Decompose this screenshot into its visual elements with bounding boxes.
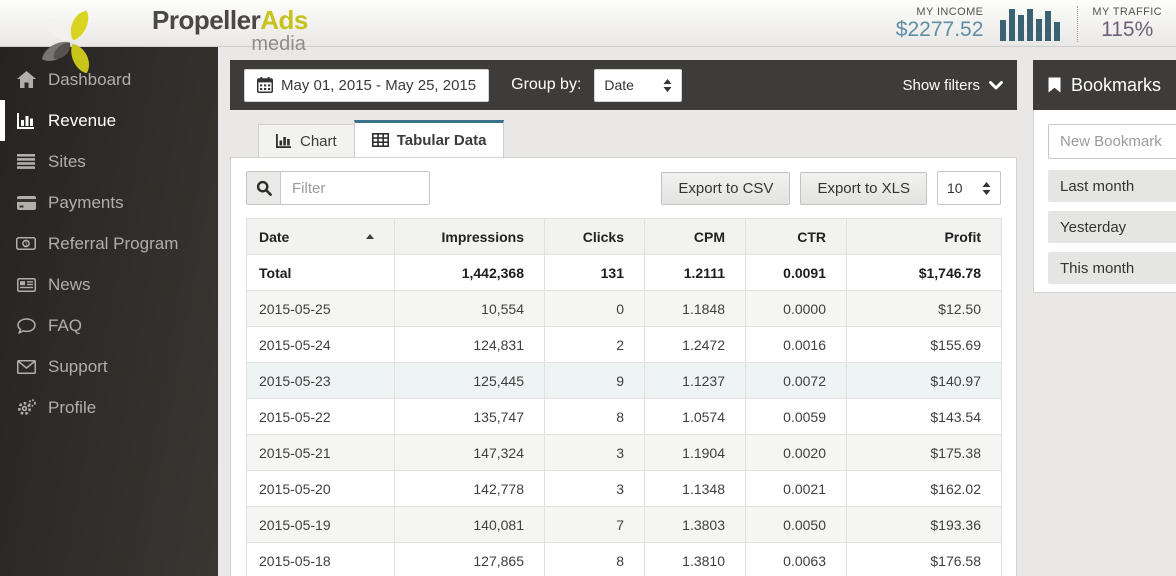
column-header-impressions[interactable]: Impressions [395, 219, 545, 255]
stat-divider [1077, 6, 1078, 42]
sidebar-item-sites[interactable]: Sites [0, 141, 218, 182]
table-row: 2015-05-19 140,081 7 1.3803 0.0050 $193.… [247, 507, 1002, 543]
bookmarks-title: Bookmarks [1071, 75, 1161, 96]
sidebar-item-news[interactable]: News [0, 264, 218, 305]
bookmarks-header: Bookmarks [1033, 60, 1176, 110]
sidebar-item-payments[interactable]: Payments [0, 182, 218, 223]
gears-icon [15, 398, 37, 417]
sidebar-item-label: Support [48, 357, 108, 377]
bar-chart-icon [15, 111, 37, 130]
sidebar-item-label: Revenue [48, 111, 116, 131]
group-by-label: Group by: [511, 76, 581, 94]
group-by-selected-value: Date [604, 77, 634, 93]
new-bookmark-input[interactable] [1048, 124, 1176, 159]
filter-input[interactable] [281, 172, 429, 204]
list-icon [15, 152, 37, 171]
income-stat: MY INCOME $2277.52 [896, 6, 984, 41]
table-row: 2015-05-24 124,831 2 1.2472 0.0016 $155.… [247, 327, 1002, 363]
page-size-value: 10 [947, 180, 963, 196]
filter-group [246, 171, 430, 205]
income-bars-icon [999, 7, 1063, 41]
traffic-stat: MY TRAFFIC 115% [1092, 6, 1170, 41]
table-header-row: Date Impressions Clicks CPM CTR Profit [247, 219, 1002, 255]
table-row: 2015-05-25 10,554 0 1.1848 0.0000 $12.50 [247, 291, 1002, 327]
calendar-icon [257, 77, 273, 93]
sidebar-item-label: Sites [48, 152, 86, 172]
search-button[interactable] [247, 172, 281, 204]
propeller-logo-icon [26, 2, 118, 84]
sidebar-item-faq[interactable]: FAQ [0, 305, 218, 346]
show-filters-toggle[interactable]: Show filters [902, 77, 1003, 94]
income-value: $2277.52 [896, 18, 984, 41]
tabular-data-panel: Export to CSV Export to XLS 10 Date Impr… [230, 157, 1017, 576]
group-by-select[interactable]: Date [594, 69, 682, 102]
date-range-picker[interactable]: May 01, 2015 - May 25, 2015 [244, 69, 489, 102]
newspaper-icon [15, 275, 37, 294]
traffic-value: 115% [1092, 18, 1162, 41]
tab-chart-label: Chart [300, 133, 337, 150]
date-range-value: May 01, 2015 - May 25, 2015 [281, 77, 476, 94]
sidebar-item-referral-program[interactable]: 1 Referral Program [0, 223, 218, 264]
bookmark-item-this-month[interactable]: This month [1048, 252, 1176, 284]
select-spinner-icon [663, 79, 672, 92]
page-size-select[interactable]: 10 [937, 171, 1001, 205]
envelope-icon [15, 357, 37, 376]
logo-ads-part: Ads [260, 5, 308, 35]
column-header-label: Date [259, 229, 289, 245]
show-filters-label: Show filters [902, 77, 980, 94]
sidebar: Dashboard Revenue Sites Payments 1 Refer… [0, 47, 218, 576]
bookmarks-panel: Bookmarks Last month Yesterday This mont… [1033, 60, 1176, 293]
logo-media-part: media [152, 34, 308, 54]
sidebar-item-label: News [48, 275, 91, 295]
revenue-table: Date Impressions Clicks CPM CTR Profit T… [246, 218, 1002, 576]
chart-tab-icon [276, 134, 292, 148]
export-csv-button[interactable]: Export to CSV [661, 172, 790, 205]
sidebar-item-label: Referral Program [48, 234, 178, 254]
traffic-label: MY TRAFFIC [1092, 6, 1162, 18]
bookmark-item-last-month[interactable]: Last month [1048, 170, 1176, 202]
credit-card-icon [15, 193, 37, 212]
income-label: MY INCOME [896, 6, 984, 18]
table-total-row: Total 1,442,368 131 1.2111 0.0091 $1,746… [247, 255, 1002, 291]
search-icon [256, 180, 272, 196]
filter-row: Export to CSV Export to XLS 10 [231, 158, 1016, 215]
sidebar-item-label: FAQ [48, 316, 82, 336]
logo-wordmark: PropellerAds [152, 7, 308, 33]
sidebar-item-profile[interactable]: Profile [0, 387, 218, 428]
bookmark-item-yesterday[interactable]: Yesterday [1048, 211, 1176, 243]
bookmark-icon [1048, 77, 1061, 93]
bookmarks-card: Last month Yesterday This month [1033, 110, 1176, 293]
column-header-profit[interactable]: Profit [847, 219, 1002, 255]
select-spinner-icon [982, 182, 991, 195]
column-header-clicks[interactable]: Clicks [545, 219, 645, 255]
sidebar-item-revenue[interactable]: Revenue [0, 100, 218, 141]
column-header-date[interactable]: Date [247, 219, 395, 255]
sidebar-item-label: Payments [48, 193, 124, 213]
sidebar-item-label: Profile [48, 398, 96, 418]
table-row: 2015-05-20 142,778 3 1.1348 0.0021 $162.… [247, 471, 1002, 507]
speech-bubble-icon [15, 316, 37, 335]
sidebar-item-support[interactable]: Support [0, 346, 218, 387]
sort-ascending-icon [366, 234, 374, 239]
table-grid-icon [372, 133, 389, 147]
tab-tabular-data[interactable]: Tabular Data [354, 120, 505, 157]
tab-tabular-label: Tabular Data [397, 132, 487, 149]
export-xls-button[interactable]: Export to XLS [800, 172, 927, 205]
table-row-highlighted: 2015-05-23 125,445 9 1.1237 0.0072 $140.… [247, 363, 1002, 399]
view-tabs: Chart Tabular Data [258, 121, 504, 157]
column-header-cpm[interactable]: CPM [645, 219, 746, 255]
report-toolbar: May 01, 2015 - May 25, 2015 Group by: Da… [230, 60, 1017, 110]
table-row: 2015-05-22 135,747 8 1.0574 0.0059 $143.… [247, 399, 1002, 435]
chevron-down-icon [989, 81, 1003, 90]
tab-chart[interactable]: Chart [258, 124, 355, 157]
logo-text: PropellerAds media [152, 7, 308, 54]
svg-text:1: 1 [24, 241, 28, 248]
export-group: Export to CSV Export to XLS 10 [661, 171, 1001, 205]
table-row: 2015-05-21 147,324 3 1.1904 0.0020 $175.… [247, 435, 1002, 471]
banknote-icon: 1 [15, 234, 37, 253]
column-header-ctr[interactable]: CTR [746, 219, 847, 255]
table-row: 2015-05-18 127,865 8 1.3810 0.0063 $176.… [247, 543, 1002, 576]
